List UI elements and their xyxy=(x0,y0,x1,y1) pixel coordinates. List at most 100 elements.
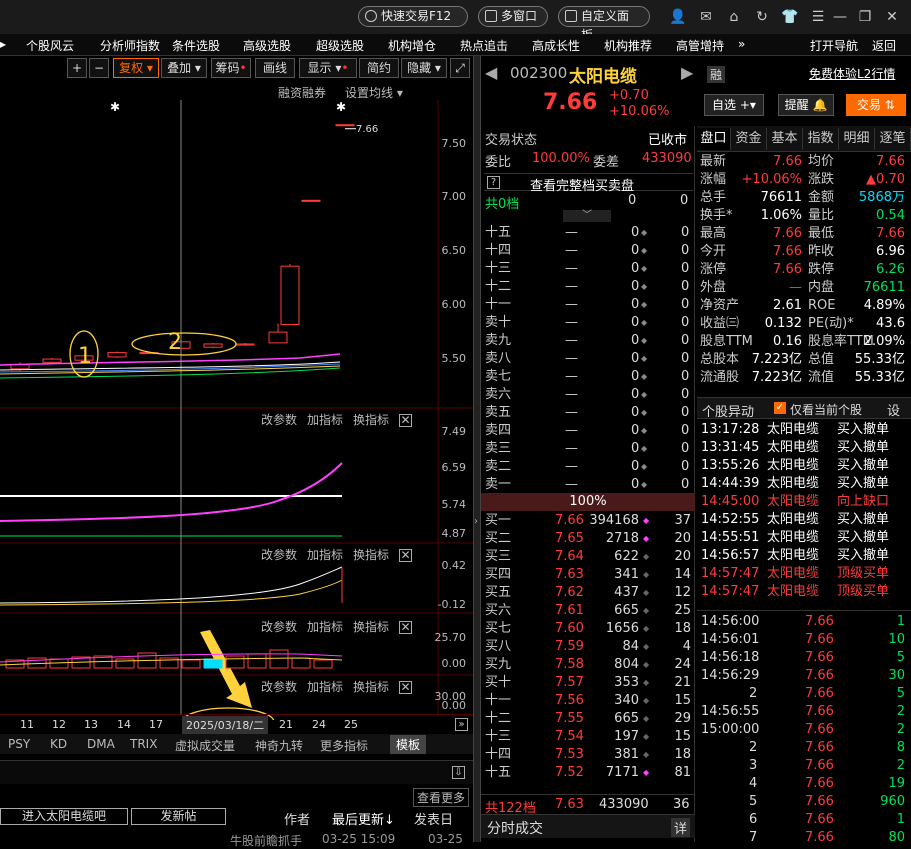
custom-panel-button[interactable]: 自定义面板 xyxy=(558,6,650,42)
movement-settings[interactable]: 设 xyxy=(887,400,900,419)
sell-level-row[interactable]: 卖八 —0 ◆ 0 xyxy=(481,350,695,368)
buy-level-row[interactable]: 买三 7.64 622 ◆ 20 xyxy=(481,548,695,566)
tab-index[interactable]: 指数 xyxy=(803,128,839,150)
menu-item[interactable]: 高级选股 xyxy=(243,37,291,54)
sell-level-row[interactable]: 十三 —0 ◆ 0 xyxy=(481,260,695,278)
buy-level-row[interactable]: 买四 7.63 341 ◆ 14 xyxy=(481,566,695,584)
param-button[interactable]: 改参数 xyxy=(261,548,297,562)
close-icon[interactable]: ✕ xyxy=(882,7,902,27)
collapse-icon[interactable]: ﹀ xyxy=(563,210,611,222)
menu-item[interactable]: 机构推荐 xyxy=(604,37,652,54)
fullscreen-icon[interactable]: ⤢ xyxy=(450,58,470,78)
open-nav[interactable]: 打开导航 xyxy=(810,37,858,54)
close-icon[interactable]: ✕ xyxy=(399,621,413,634)
ind-tab[interactable]: 更多指标 xyxy=(320,737,368,754)
add-indicator-button[interactable]: 加指标 xyxy=(307,413,343,427)
back-button[interactable]: 返回 xyxy=(872,37,896,54)
param-button[interactable]: 改参数 xyxy=(261,680,297,694)
menu-icon[interactable]: ☰ xyxy=(808,7,828,27)
tab-funds[interactable]: 资金 xyxy=(731,128,767,150)
detail-button[interactable]: 详 xyxy=(671,818,691,837)
movement-row[interactable]: 14:55:51 太阳电缆 买入撤单 xyxy=(697,529,911,547)
sell-level-row[interactable]: 十二 —0 ◆ 0 xyxy=(481,278,695,296)
tab-tick[interactable]: 逐笔 xyxy=(875,128,911,150)
refresh-icon[interactable]: ↻ xyxy=(752,7,772,27)
prev-stock-icon[interactable]: ◀ xyxy=(485,63,497,82)
simple-button[interactable]: 简约 xyxy=(359,58,399,78)
sell-level-row[interactable]: 十一 —0 ◆ 0 xyxy=(481,296,695,314)
close-icon[interactable]: ✕ xyxy=(399,681,413,694)
movement-row[interactable]: 14:44:39 太阳电缆 买入撤单 xyxy=(697,475,911,493)
restore-icon[interactable]: ❐ xyxy=(855,7,875,27)
menu-item[interactable]: 分析师指数 xyxy=(100,37,160,54)
switch-indicator-button[interactable]: 换指标 xyxy=(353,680,389,694)
sell-level-row[interactable]: 卖五 —0 ◆ 0 xyxy=(481,404,695,422)
zoom-in-button[interactable]: + xyxy=(67,58,87,78)
movement-row[interactable]: 14:45:00 太阳电缆 向上缺口 xyxy=(697,493,911,511)
remind-button[interactable]: 提醒 🔔 xyxy=(778,94,834,116)
sell-level-row[interactable]: 卖二 —0 ◆ 0 xyxy=(481,458,695,476)
menu-item[interactable]: 高管增持 xyxy=(676,37,724,54)
ind-tab[interactable]: DMA xyxy=(87,737,115,751)
param-button[interactable]: 改参数 xyxy=(261,620,297,634)
movement-row[interactable]: 13:31:45 太阳电缆 买入撤单 xyxy=(697,439,911,457)
buy-level-row[interactable]: 买十 7.57 353 ◆ 21 xyxy=(481,674,695,692)
expand-icon[interactable]: » xyxy=(455,718,468,731)
quick-trade-button[interactable]: 快速交易F12 xyxy=(358,6,468,27)
ind-tab[interactable]: PSY xyxy=(8,737,30,751)
overlay-button[interactable]: 叠加 ▾ xyxy=(161,58,207,78)
shirt-icon[interactable]: 👕 xyxy=(780,7,800,27)
movement-row[interactable]: 14:52:55 太阳电缆 买入撤单 xyxy=(697,511,911,529)
last-update-header[interactable]: 最后更新↓ xyxy=(332,809,395,828)
ind-tab[interactable]: KD xyxy=(50,737,67,751)
view-more-button[interactable]: 查看更多 xyxy=(413,788,470,807)
menu-more[interactable]: » xyxy=(738,37,745,51)
ind-tab[interactable]: 神奇九转 xyxy=(255,737,303,754)
movement-row[interactable]: 13:55:26 太阳电缆 买入撤单 xyxy=(697,457,911,475)
menu-item[interactable]: 机构增仓 xyxy=(388,37,436,54)
hide-button[interactable]: 隐藏 ▾ xyxy=(401,58,447,78)
sell-level-row[interactable]: 十四 —0 ◆ 0 xyxy=(481,242,695,260)
view-full-book[interactable]: ? 查看完整档买卖盘 xyxy=(484,173,693,194)
panel-splitter[interactable]: › xyxy=(473,56,481,842)
menu-item[interactable]: 高成长性 xyxy=(532,37,580,54)
buy-level-row[interactable]: 买八 7.59 84 ◆ 4 xyxy=(481,638,695,656)
buy-level-row[interactable]: 买一 7.66 394168 ◆ 37 xyxy=(481,512,695,530)
add-indicator-button[interactable]: 加指标 xyxy=(307,620,343,634)
ind-tab[interactable]: TRIX xyxy=(130,737,157,751)
switch-indicator-button[interactable]: 换指标 xyxy=(353,548,389,562)
sell-level-row[interactable]: 卖十 —0 ◆ 0 xyxy=(481,314,695,332)
menu-item[interactable]: 热点追击 xyxy=(460,37,508,54)
sell-level-row[interactable]: 卖三 —0 ◆ 0 xyxy=(481,440,695,458)
l2-trial-link[interactable]: 免费体验L2行情 xyxy=(809,65,895,82)
menu-item[interactable]: 超级选股 xyxy=(316,37,364,54)
display-button[interactable]: 显示 ▾• xyxy=(299,58,357,78)
margin-trade-label[interactable]: 融资融券 xyxy=(278,84,326,101)
trade-button[interactable]: 交易 ⇅ xyxy=(846,94,906,116)
sell-level-row[interactable]: 卖一 —0 ◆ 0 xyxy=(481,476,695,494)
set-ma-button[interactable]: 设置均线 ▾ xyxy=(345,84,403,101)
movement-row[interactable]: 14:56:57 太阳电缆 买入撤单 xyxy=(697,547,911,565)
movement-row[interactable]: 14:57:47 太阳电缆 顶级买单 xyxy=(697,565,911,583)
buy-level-row[interactable]: 十四 7.53 381 ◆ 18 xyxy=(481,746,695,764)
tab-basic[interactable]: 基本 xyxy=(767,128,803,150)
restore-rights-button[interactable]: 复权 ▾ xyxy=(113,58,159,78)
close-icon[interactable]: ✕ xyxy=(399,549,413,562)
zoom-out-button[interactable]: − xyxy=(89,58,109,78)
chips-button[interactable]: 筹码• xyxy=(211,58,251,78)
switch-indicator-button[interactable]: 换指标 xyxy=(353,620,389,634)
publish-header[interactable]: 发表日 xyxy=(414,809,453,828)
buy-level-row[interactable]: 十二 7.55 665 ◆ 29 xyxy=(481,710,695,728)
add-indicator-button[interactable]: 加指标 xyxy=(307,680,343,694)
sell-level-row[interactable]: 十五 —0 ◆ 0 xyxy=(481,224,695,242)
movement-row[interactable]: 13:17:28 太阳电缆 买入撤单 xyxy=(697,421,911,439)
fenshi-bar[interactable]: 分时成交 详 xyxy=(481,814,695,838)
menu-item[interactable]: 条件选股 xyxy=(172,37,220,54)
sell-level-row[interactable]: 卖四 —0 ◆ 0 xyxy=(481,422,695,440)
sell-level-row[interactable]: 卖七 —0 ◆ 0 xyxy=(481,368,695,386)
buy-level-row[interactable]: 买六 7.61 665 ◆ 25 xyxy=(481,602,695,620)
download-icon[interactable]: ⇩ xyxy=(452,766,465,779)
tab-pankou[interactable]: 盘口 xyxy=(697,128,731,150)
switch-indicator-button[interactable]: 换指标 xyxy=(353,413,389,427)
buy-level-row[interactable]: 十一 7.56 340 ◆ 15 xyxy=(481,692,695,710)
